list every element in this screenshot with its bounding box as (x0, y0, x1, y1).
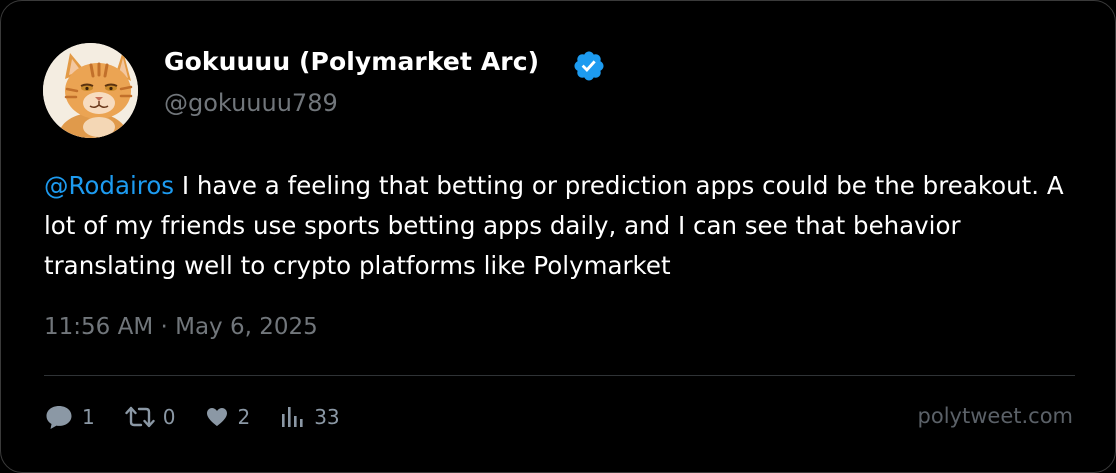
like-count: 2 (237, 405, 251, 429)
views-count: 33 (314, 405, 340, 429)
divider (44, 375, 1075, 376)
reply-count: 1 (82, 405, 95, 429)
views-button[interactable]: 33 (280, 404, 340, 430)
reply-button[interactable]: 1 (44, 403, 95, 431)
retweet-button[interactable]: 0 (125, 404, 176, 430)
watermark[interactable]: polytweet.com (918, 404, 1073, 428)
retweet-icon (125, 406, 155, 428)
views-icon (282, 407, 303, 427)
verified-badge-icon (574, 51, 604, 81)
tweet-text: @Rodairos I have a feeling that betting … (44, 166, 1084, 286)
heart-icon (207, 408, 228, 426)
cat-avatar-icon (43, 43, 138, 138)
mention-link[interactable]: @Rodairos (44, 171, 174, 200)
tweet-body: I have a feeling that betting or predict… (44, 171, 1064, 280)
tweet-card: Gokuuuu (Polymarket Arc) @gokuuuu789 @Ro… (0, 0, 1116, 473)
retweet-count: 0 (162, 405, 176, 429)
tweet-timestamp[interactable]: 11:56 AM · May 6, 2025 (44, 314, 318, 340)
like-button[interactable]: 2 (205, 405, 250, 429)
reply-icon (46, 406, 72, 429)
avatar[interactable] (43, 43, 138, 138)
action-bar: 1 0 2 33 (44, 399, 340, 435)
author-display-name[interactable]: Gokuuuu (Polymarket Arc) (164, 47, 539, 76)
author-handle[interactable]: @gokuuuu789 (164, 89, 338, 117)
